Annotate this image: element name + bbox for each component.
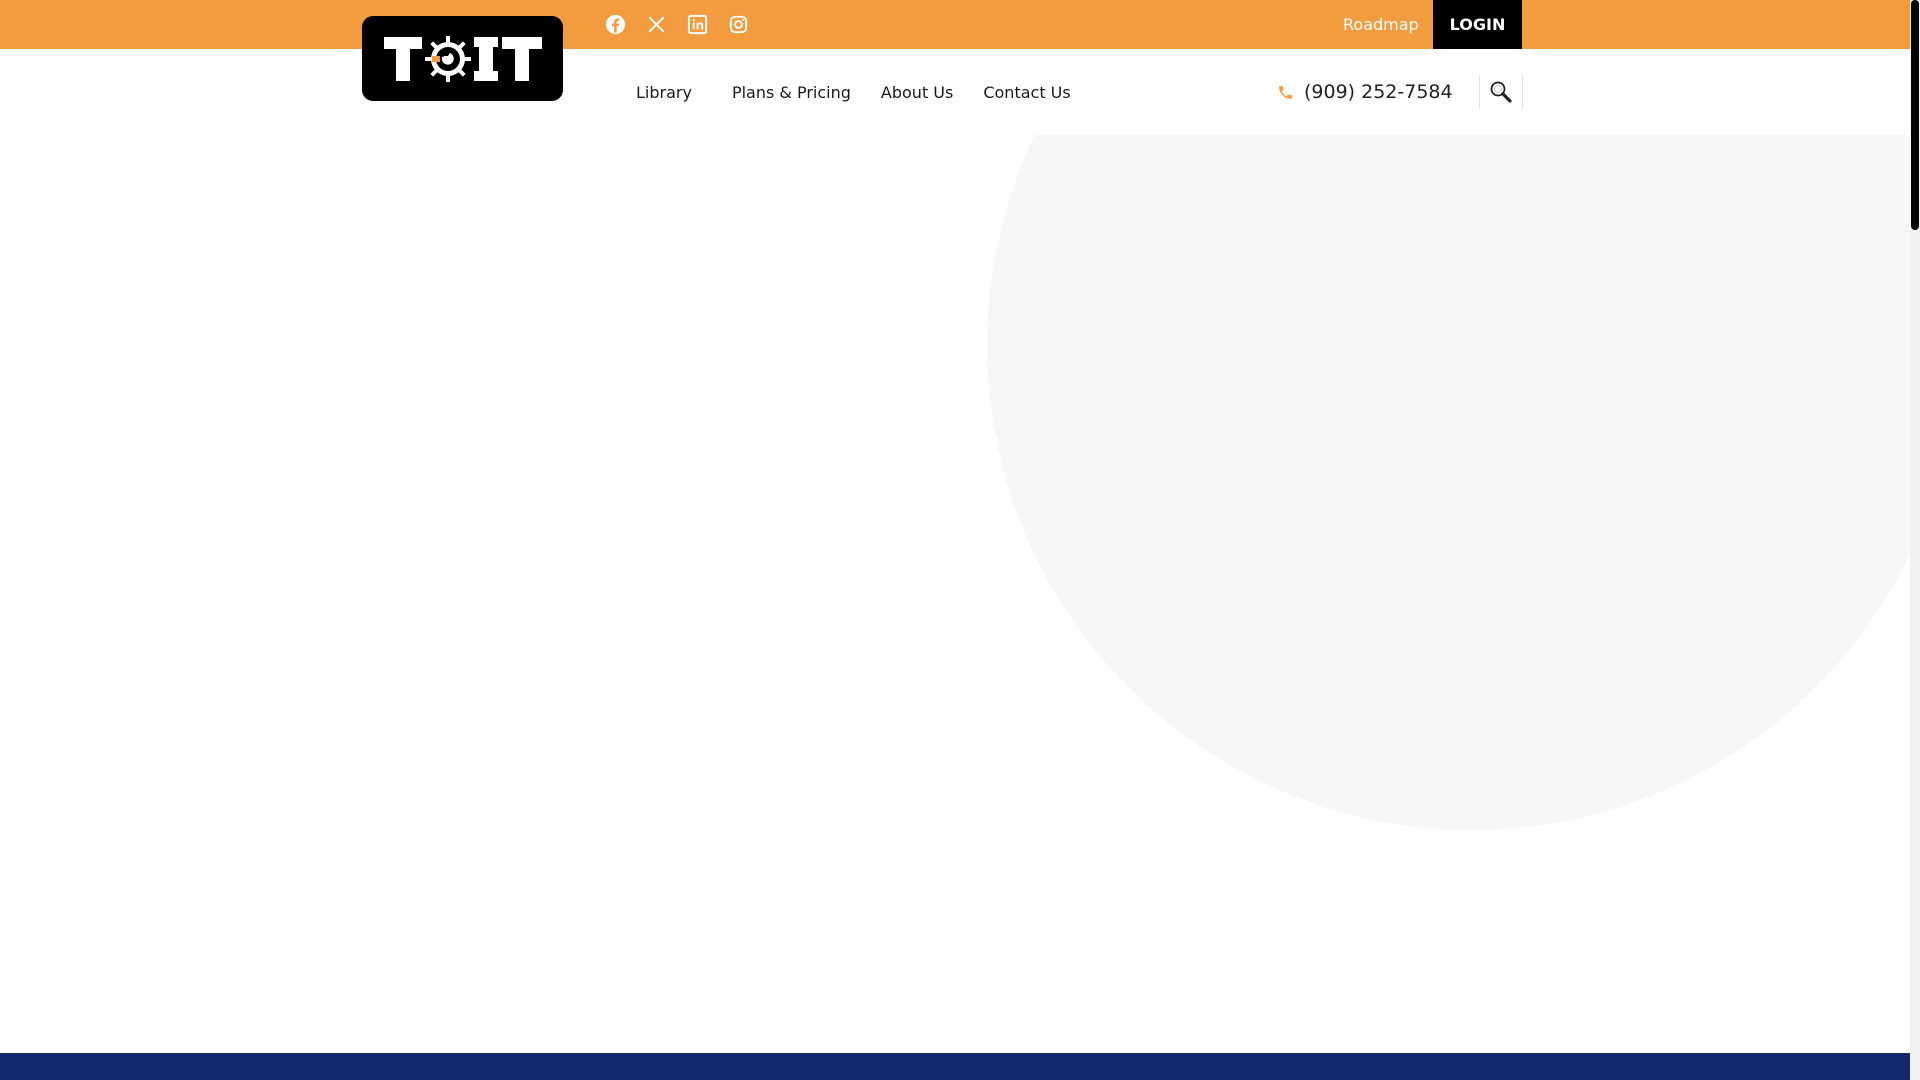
x-twitter-icon[interactable] bbox=[645, 13, 668, 36]
nav-item-plans-pricing[interactable]: Plans & Pricing bbox=[732, 83, 851, 102]
site-logo[interactable] bbox=[362, 16, 563, 101]
search-icon bbox=[1490, 81, 1512, 103]
phone-icon bbox=[1279, 85, 1292, 99]
facebook-icon[interactable] bbox=[604, 13, 627, 36]
decorative-circle bbox=[987, 135, 1910, 830]
nav-item-library[interactable]: Library bbox=[636, 83, 692, 102]
nav-item-about-us[interactable]: About Us bbox=[881, 83, 953, 102]
social-links bbox=[604, 13, 750, 36]
footer-band bbox=[0, 1053, 1910, 1080]
hero-section bbox=[0, 135, 1910, 1053]
login-button[interactable]: LOGIN bbox=[1433, 0, 1522, 49]
phone-link[interactable]: (909) 252-7584 bbox=[1277, 49, 1453, 135]
linkedin-icon[interactable] bbox=[686, 13, 709, 36]
page: Roadmap LOGIN Library Plans & Pricing Ab… bbox=[0, 0, 1920, 1080]
main-nav: Library Plans & Pricing About Us Contact… bbox=[0, 49, 1910, 135]
search-button[interactable] bbox=[1479, 75, 1523, 109]
logo-graphic bbox=[383, 35, 542, 82]
scrollbar-thumb[interactable] bbox=[1911, 0, 1919, 230]
phone-number: (909) 252-7584 bbox=[1304, 81, 1453, 103]
top-bar: Roadmap LOGIN bbox=[0, 0, 1910, 49]
roadmap-link[interactable]: Roadmap bbox=[1343, 0, 1419, 49]
nav-item-contact-us[interactable]: Contact Us bbox=[983, 83, 1070, 102]
nav-links: Library Plans & Pricing About Us Contact… bbox=[636, 49, 1071, 135]
instagram-icon[interactable] bbox=[727, 13, 750, 36]
page-scrollbar[interactable] bbox=[1910, 0, 1920, 1080]
